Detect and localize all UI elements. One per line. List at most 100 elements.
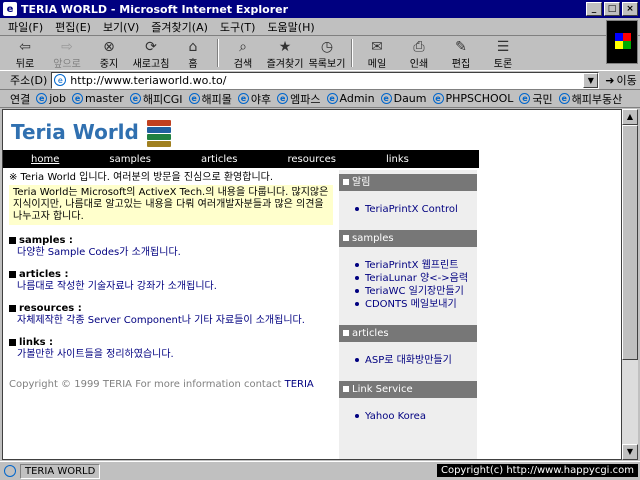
- link-item[interactable]: e 야후: [237, 91, 271, 107]
- section-articles: articles : 나름대로 작성한 기술자료나 강좌가 소개됩니다.: [9, 269, 333, 293]
- sidebar-box-title: samples: [339, 230, 477, 247]
- section-samples: samples : 다양한 Sample Codes가 소개됩니다.: [9, 235, 333, 259]
- list-item[interactable]: CDONTS 메일보내기: [355, 298, 477, 311]
- ie-link-icon: e: [188, 93, 200, 104]
- section-title: resources :: [19, 303, 82, 314]
- scroll-up-button[interactable]: ▲: [622, 109, 638, 125]
- sidebar-list: ASP로 대화방만들기: [339, 342, 477, 377]
- scroll-thumb[interactable]: [622, 125, 638, 360]
- stop-button[interactable]: ⊗ 중지: [88, 37, 130, 70]
- history-button[interactable]: ◷ 목록보기: [306, 37, 348, 70]
- minimize-button[interactable]: _: [586, 2, 602, 16]
- menu-file[interactable]: 파일(F): [8, 19, 43, 35]
- sidebar-box-title: articles: [339, 325, 477, 342]
- maximize-button[interactable]: □: [604, 2, 620, 16]
- list-item[interactable]: ASP로 대화방만들기: [355, 354, 477, 367]
- mail-button[interactable]: ✉ 메일: [356, 37, 398, 70]
- address-dropdown-button[interactable]: ▼: [583, 72, 599, 88]
- ie-icon: e: [3, 2, 17, 16]
- address-url: http://www.teriaworld.wo.to/: [70, 73, 227, 87]
- bullet-icon: [355, 207, 359, 211]
- square-bullet-icon: [343, 179, 349, 185]
- nav-home[interactable]: home: [31, 154, 59, 165]
- ie-link-icon: e: [558, 93, 570, 104]
- ie-link-icon: e: [519, 93, 531, 104]
- refresh-icon: ⟳: [145, 39, 157, 55]
- logo-text: Teria World: [11, 120, 139, 144]
- section-desc: 자체제작한 각종 Server Component나 기타 자료들이 소개됩니다…: [17, 315, 305, 326]
- list-item[interactable]: TeriaPrintX Control: [355, 203, 477, 216]
- link-item[interactable]: e 해피몰: [188, 91, 232, 107]
- link-item[interactable]: e 해피CGI: [129, 91, 183, 107]
- back-arrow-icon: ⇦: [19, 39, 31, 55]
- address-bar: 주소(D) e http://www.teriaworld.wo.to/ ▼ ➜…: [0, 70, 640, 90]
- menu-view[interactable]: 보기(V): [103, 19, 139, 35]
- sidebar-list: Yahoo Korea: [339, 398, 477, 433]
- list-item[interactable]: TeriaPrintX 웹프린트: [355, 259, 477, 272]
- ie-link-icon: e: [72, 93, 84, 104]
- status-text: TERIA WORLD: [20, 463, 101, 479]
- discuss-button[interactable]: ☰ 토론: [482, 37, 524, 70]
- nav-samples[interactable]: samples: [109, 154, 151, 165]
- section-desc: 나름대로 작성한 기술자료나 강좌가 소개됩니다.: [17, 281, 217, 292]
- menu-help[interactable]: 도움말(H): [267, 19, 314, 35]
- list-item[interactable]: Yahoo Korea: [355, 410, 477, 423]
- square-bullet-icon: [343, 386, 349, 392]
- scroll-down-button[interactable]: ▼: [622, 444, 638, 460]
- contact-link[interactable]: TERIA: [285, 379, 314, 390]
- link-item[interactable]: e Daum: [380, 92, 427, 105]
- site-nav: home samples articles resources links: [3, 150, 479, 168]
- print-button[interactable]: ⎙ 인쇄: [398, 37, 440, 70]
- link-item[interactable]: e 엠파스: [277, 91, 321, 107]
- edit-button[interactable]: ✎ 편집: [440, 37, 482, 70]
- square-bullet-icon: [9, 236, 16, 244]
- close-button[interactable]: ×: [622, 2, 638, 16]
- section-title: links :: [19, 337, 54, 348]
- site-logo[interactable]: Teria World: [11, 118, 173, 147]
- bullet-icon: [355, 289, 359, 293]
- history-icon: ◷: [320, 39, 334, 55]
- list-item[interactable]: TeriaWC 일기장만들기: [355, 285, 477, 298]
- address-input[interactable]: e http://www.teriaworld.wo.to/ ▼: [51, 71, 600, 89]
- link-item[interactable]: e master: [72, 92, 124, 105]
- search-button[interactable]: ⌕ 검색: [222, 37, 264, 70]
- link-item[interactable]: e Admin: [326, 92, 375, 105]
- link-item[interactable]: e job: [36, 92, 66, 105]
- favorites-button[interactable]: ★ 즐겨찾기: [264, 37, 306, 70]
- toolbar-separator: [351, 39, 353, 67]
- link-item[interactable]: e 국민: [519, 91, 553, 107]
- square-bullet-icon: [9, 270, 16, 278]
- toolbar: ⇦ 뒤로 ⇨ 앞으로 ⊗ 중지 ⟳ 새로고침 ⌂ 홈 ⌕ 검색 ★ 즐겨찾기 ◷…: [0, 37, 606, 70]
- link-item[interactable]: e 해피부동산: [558, 91, 622, 107]
- nav-links[interactable]: links: [386, 154, 409, 165]
- copyright: Copyright © 1999 TERIA For more informat…: [9, 379, 314, 390]
- toolbar-separator: [217, 39, 219, 67]
- books-icon: [145, 118, 173, 147]
- refresh-button[interactable]: ⟳ 새로고침: [130, 37, 172, 70]
- list-item[interactable]: TeriaLunar 양<->음력: [355, 272, 477, 285]
- back-button[interactable]: ⇦ 뒤로: [4, 37, 46, 70]
- links-bar: 연결 e job e master e 해피CGI e 해피몰 e 야후 e 엠파스 e Ad…: [0, 90, 640, 108]
- sidebar-box-title: 알림: [339, 174, 477, 191]
- print-icon: ⎙: [413, 39, 425, 55]
- section-title: samples :: [19, 235, 73, 246]
- vertical-scrollbar[interactable]: ▲ ▼: [622, 109, 638, 460]
- forward-button[interactable]: ⇨ 앞으로: [46, 37, 88, 70]
- ie-link-icon: e: [326, 93, 338, 104]
- menu-edit[interactable]: 편집(E): [55, 19, 91, 35]
- watermark: Copyright(c) http://www.happycgi.com: [436, 464, 638, 477]
- section-title: articles :: [19, 269, 69, 280]
- intro-box: Teria World는 Microsoft의 ActiveX Tech.의 내…: [9, 185, 333, 225]
- menu-favorites[interactable]: 즐겨찾기(A): [151, 19, 208, 35]
- ie-link-icon: e: [237, 93, 249, 104]
- section-links: links : 가볼만한 사이트들을 정리하였습니다.: [9, 337, 333, 361]
- sidebar: 알림 TeriaPrintX Control samples TeriaPrin…: [339, 170, 477, 459]
- go-button[interactable]: ➜ 이동: [605, 72, 636, 88]
- nav-resources[interactable]: resources: [288, 154, 336, 165]
- welcome-text: ※ Teria World 입니다. 여러분의 방문을 진심으로 환영합니다.: [9, 172, 274, 183]
- menu-tools[interactable]: 도구(T): [220, 19, 256, 35]
- home-button[interactable]: ⌂ 홈: [172, 37, 214, 70]
- link-item[interactable]: e PHPSCHOOL: [432, 92, 513, 105]
- nav-articles[interactable]: articles: [201, 154, 238, 165]
- sidebar-list: TeriaPrintX 웹프린트 TeriaLunar 양<->음력 Teria…: [339, 247, 477, 321]
